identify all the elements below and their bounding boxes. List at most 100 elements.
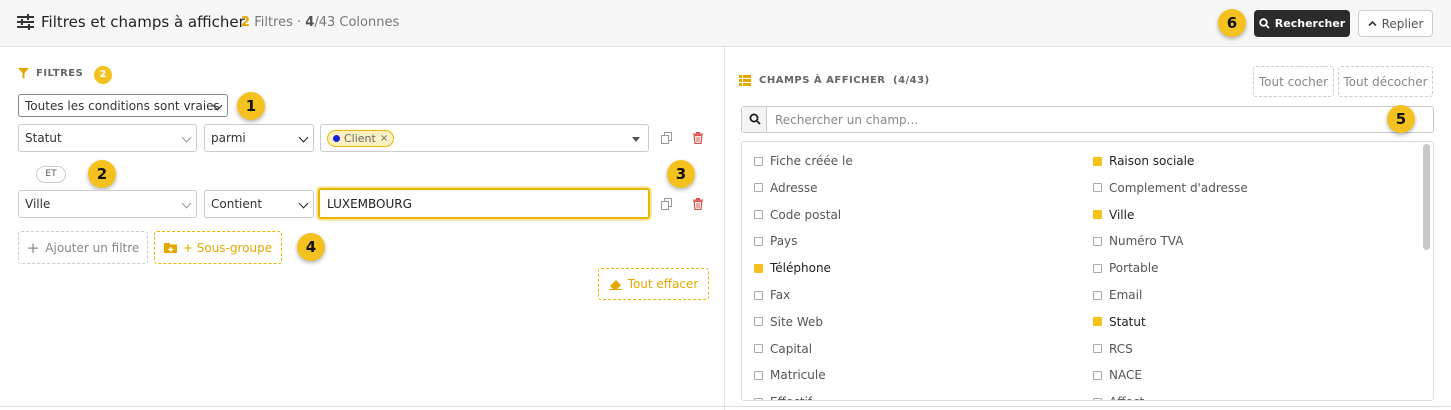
filter-icon xyxy=(18,68,29,79)
checkbox-unchecked[interactable] xyxy=(1093,263,1102,273)
field-checkbox-item[interactable]: Raison sociale xyxy=(1093,154,1194,168)
filter-field-select[interactable]: Ville xyxy=(18,190,197,218)
checkbox-checked[interactable] xyxy=(754,263,763,273)
checkbox-unchecked[interactable] xyxy=(754,397,763,400)
checkbox-unchecked[interactable] xyxy=(754,236,763,246)
field-label: Matricule xyxy=(770,368,826,383)
fields-list[interactable]: Fiche créée le Adresse Code postal Pays Télé… xyxy=(741,141,1434,401)
checkbox-checked[interactable] xyxy=(1093,210,1102,220)
bottom-border xyxy=(0,406,1451,407)
clear-all-button[interactable]: Tout effacer xyxy=(598,268,709,300)
filter-operator-select[interactable]: Contient xyxy=(204,190,314,218)
checkbox-checked[interactable] xyxy=(1093,156,1102,166)
field-label: Fax xyxy=(770,288,791,302)
field-checkbox-item[interactable]: Adresse xyxy=(754,181,818,195)
checkbox-unchecked[interactable] xyxy=(1093,290,1102,300)
field-checkbox-item[interactable]: NACE xyxy=(1093,368,1142,382)
field-label: Statut xyxy=(1109,314,1146,329)
field-label: Adresse xyxy=(770,180,818,195)
field-checkbox-item[interactable]: Ville xyxy=(1093,208,1134,222)
field-label: Effectif xyxy=(770,395,812,400)
callout-badge-3: 3 xyxy=(667,160,695,188)
filter-value-input[interactable]: LUXEMBOURG xyxy=(318,188,650,219)
field-label: Email xyxy=(1109,288,1143,302)
search-button[interactable]: Rechercher xyxy=(1254,10,1350,37)
filters-section-title: FILTRES xyxy=(36,68,84,79)
field-checkbox-item[interactable]: Portable xyxy=(1093,261,1158,275)
duplicate-icon[interactable] xyxy=(661,132,673,144)
checkbox-unchecked[interactable] xyxy=(1093,236,1102,246)
check-all-button[interactable]: Tout cocher xyxy=(1253,66,1334,97)
search-icon xyxy=(749,113,761,125)
dropdown-caret-icon[interactable] xyxy=(632,137,640,142)
checkbox-unchecked[interactable] xyxy=(754,210,763,220)
field-label: Ville xyxy=(1109,207,1135,222)
field-checkbox-item[interactable]: Capital xyxy=(754,342,812,356)
filters-summary: 2 Filtres · 4/43 Colonnes xyxy=(241,15,400,30)
field-search-input[interactable]: Rechercher un champ... xyxy=(775,113,918,127)
field-checkbox-item[interactable]: Site Web xyxy=(754,315,823,329)
uncheck-all-button[interactable]: Tout décocher xyxy=(1338,66,1433,97)
column-divider xyxy=(724,47,725,410)
trash-icon[interactable] xyxy=(692,132,704,144)
checkbox-unchecked[interactable] xyxy=(754,344,763,354)
conditions-mode-select[interactable]: Toutes les conditions sont vraies xyxy=(18,94,228,117)
field-checkbox-item[interactable]: Numéro TVA xyxy=(1093,234,1183,248)
field-checkbox-item[interactable]: Affect xyxy=(1093,395,1144,400)
field-label: Complement d'adresse xyxy=(1109,180,1248,195)
checkbox-unchecked[interactable] xyxy=(754,370,763,380)
field-checkbox-item[interactable]: Matricule xyxy=(754,368,826,382)
field-checkbox-item[interactable]: Statut xyxy=(1093,315,1146,329)
checkbox-unchecked[interactable] xyxy=(1093,183,1102,193)
checkbox-unchecked[interactable] xyxy=(1093,397,1102,400)
filter-field-select[interactable]: Statut xyxy=(18,124,197,152)
field-label: Numéro TVA xyxy=(1109,234,1184,249)
filter-operator-select[interactable]: parmi xyxy=(204,124,314,152)
checkbox-unchecked[interactable] xyxy=(754,290,763,300)
field-label: RCS xyxy=(1109,341,1133,356)
sliders-icon[interactable] xyxy=(17,14,34,30)
field-label: Pays xyxy=(770,234,798,249)
field-label: Site Web xyxy=(770,314,824,329)
checkbox-unchecked[interactable] xyxy=(754,317,763,327)
field-search[interactable]: Rechercher un champ... xyxy=(741,106,1434,133)
plus-icon: + xyxy=(26,238,40,257)
field-checkbox-item[interactable]: Email xyxy=(1093,288,1142,302)
field-label: Portable xyxy=(1109,261,1159,276)
field-checkbox-item[interactable]: Pays xyxy=(754,234,797,248)
fields-count: (4/43) xyxy=(893,75,930,86)
checkbox-unchecked[interactable] xyxy=(754,156,763,166)
field-checkbox-item[interactable]: Téléphone xyxy=(754,261,831,275)
field-checkbox-item[interactable]: RCS xyxy=(1093,342,1133,356)
page-title: Filtres et champs à afficher xyxy=(41,13,245,31)
eraser-icon xyxy=(608,279,622,290)
value-chip[interactable]: Client × xyxy=(327,129,395,147)
field-checkbox-item[interactable]: Fiche créée le xyxy=(754,154,853,168)
table-list-icon xyxy=(739,75,751,86)
checkbox-unchecked[interactable] xyxy=(1093,370,1102,380)
field-checkbox-item[interactable]: Effectif xyxy=(754,395,812,400)
callout-badge-5: 5 xyxy=(1387,105,1415,133)
field-label: Téléphone xyxy=(770,261,831,276)
chevron-up-icon xyxy=(1368,20,1377,27)
panel-header: Filtres et champs à afficher 2 Filtres ·… xyxy=(0,0,1451,47)
field-checkbox-item[interactable]: Complement d'adresse xyxy=(1093,181,1248,195)
duplicate-icon[interactable] xyxy=(661,198,673,210)
filter-value-multiselect[interactable]: Client × xyxy=(320,124,649,152)
add-filter-button[interactable]: + Ajouter un filtre xyxy=(18,231,148,264)
chip-remove-icon[interactable]: × xyxy=(380,133,388,144)
fold-button[interactable]: Replier xyxy=(1358,10,1433,37)
scrollbar[interactable] xyxy=(1423,144,1430,250)
checkbox-unchecked[interactable] xyxy=(754,183,763,193)
field-label: Fiche créée le xyxy=(770,154,853,168)
field-checkbox-item[interactable]: Code postal xyxy=(754,208,841,222)
trash-icon[interactable] xyxy=(692,198,704,210)
conjunction-label[interactable]: ET xyxy=(36,166,66,183)
checkbox-checked[interactable] xyxy=(1093,317,1102,327)
callout-badge-2: 2 xyxy=(88,160,116,188)
field-checkbox-item[interactable]: Fax xyxy=(754,288,790,302)
add-subgroup-button[interactable]: + Sous-groupe xyxy=(154,231,282,264)
filters-count-badge: 2 xyxy=(94,66,112,84)
field-label: Raison sociale xyxy=(1109,154,1195,168)
checkbox-unchecked[interactable] xyxy=(1093,344,1102,354)
